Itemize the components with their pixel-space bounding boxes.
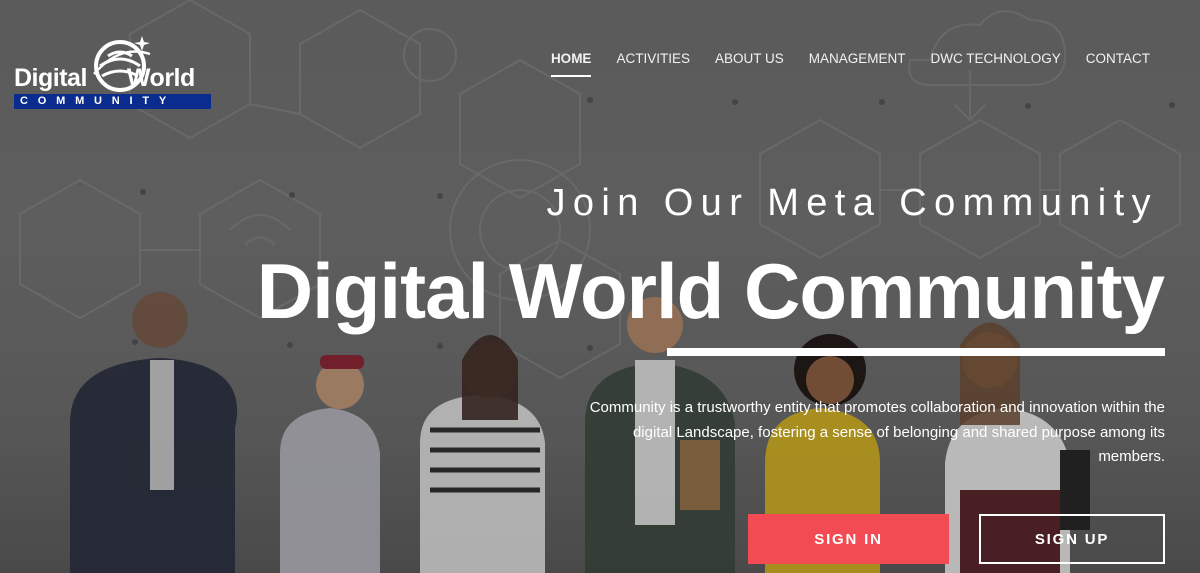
nav-item-management[interactable]: MANAGEMENT [809, 51, 906, 77]
hero-headline: Digital World Community [256, 247, 1165, 335]
sign-in-button[interactable]: SIGN IN [748, 514, 949, 564]
brand-band: COMMUNITY [14, 94, 211, 109]
headline-underline [667, 348, 1165, 356]
nav-item-dwc-technology[interactable]: DWC TECHNOLOGY [930, 51, 1060, 77]
brand-name-part2: World [126, 64, 195, 92]
nav-item-contact[interactable]: CONTACT [1086, 51, 1150, 77]
nav-item-about-us[interactable]: ABOUT US [715, 51, 784, 77]
nav-item-home[interactable]: HOME [550, 51, 592, 77]
nav-item-activities[interactable]: ACTIVITIES [616, 51, 690, 77]
brand-name: Digital World [14, 66, 195, 91]
brand-name-part1: Digital [14, 64, 87, 92]
hero-tagline: Join Our Meta Community [546, 182, 1158, 224]
hero-section: Digital World COMMUNITY HOME ACTIVITIES A… [0, 0, 1200, 573]
main-nav: HOME ACTIVITIES ABOUT US MANAGEMENT DWC … [526, 51, 1150, 77]
hero-description: Community is a trustworthy entity that p… [589, 399, 1165, 465]
brand-logo[interactable]: Digital World COMMUNITY [14, 36, 214, 112]
sign-up-button[interactable]: SIGN UP [979, 514, 1165, 564]
